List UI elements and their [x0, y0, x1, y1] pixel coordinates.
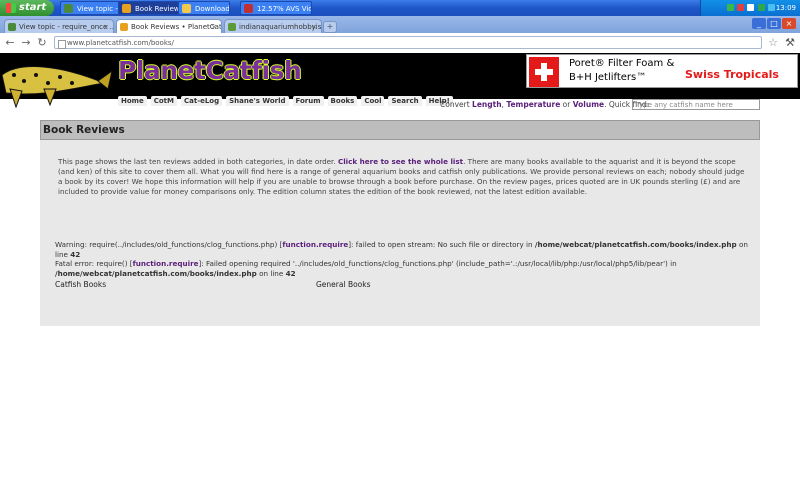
planetcatfish-favicon-icon: [120, 23, 128, 31]
tab-indian-aquarium[interactable]: indianaquariumhobbyist.co...×: [224, 19, 322, 33]
page-title: Book Reviews: [43, 124, 125, 136]
ad-line-2: B+H Jetlifters™: [569, 72, 647, 83]
start-button[interactable]: start: [0, 0, 54, 16]
convert-temperature-link[interactable]: Temperature: [506, 100, 560, 109]
back-button[interactable]: ←: [2, 35, 18, 51]
clock: 13:09: [775, 4, 796, 12]
site-nav: Home CotM Cat-eLog Shane's World Forum Books C…: [118, 88, 457, 106]
close-icon[interactable]: ×: [103, 20, 109, 33]
site-favicon-icon: [228, 23, 236, 31]
catfish-logo-icon: [1, 66, 112, 109]
system-tray: 13:09: [700, 0, 800, 16]
whole-list-link[interactable]: Click here to see the whole list: [338, 157, 463, 166]
browser-icon: [64, 4, 73, 13]
reload-icon: ↻: [37, 36, 47, 49]
function-require-link[interactable]: function.require: [133, 259, 199, 268]
content-panel: [40, 120, 760, 326]
volume-icon[interactable]: [747, 4, 755, 11]
arrow-right-icon: →: [21, 36, 31, 49]
nav-search[interactable]: Search: [388, 96, 422, 106]
nav-cool[interactable]: Cool: [361, 96, 385, 106]
nav-cat-elog[interactable]: Cat-eLog: [180, 96, 223, 106]
reload-button[interactable]: ↻: [34, 35, 50, 51]
forward-button[interactable]: →: [18, 35, 34, 51]
page-icon: [58, 40, 66, 49]
site-logo[interactable]: PlanetCatfish: [118, 56, 302, 85]
arrow-left-icon: ←: [5, 36, 15, 49]
convert-volume-link[interactable]: Volume: [573, 100, 604, 109]
security-icon[interactable]: [737, 4, 745, 11]
star-icon: ☆: [768, 36, 778, 49]
close-icon[interactable]: ×: [211, 20, 217, 33]
function-require-link[interactable]: function.require: [282, 240, 348, 249]
quick-find-input[interactable]: Type any catfish name here: [632, 99, 760, 110]
nav-forum[interactable]: Forum: [292, 96, 324, 106]
tab-view-topic[interactable]: View topic - require_once ... ×: [4, 19, 114, 33]
wrench-menu-button[interactable]: ⚒: [782, 35, 798, 51]
nav-home[interactable]: Home: [118, 96, 147, 106]
php-fatal-error: Fatal error: require() [function.require…: [55, 259, 677, 278]
update-icon[interactable]: [757, 4, 765, 11]
forum-favicon-icon: [8, 23, 16, 31]
network-icon[interactable]: [727, 4, 734, 11]
advert-banner[interactable]: Poret® Filter Foam & B+H Jetlifters™ Swi…: [526, 54, 798, 88]
video-converter-icon: [244, 4, 253, 13]
taskbar-task-downloads[interactable]: Downloads: [178, 1, 230, 15]
wrench-icon: ⚒: [785, 36, 795, 49]
nav-shanes-world[interactable]: Shane's World: [226, 96, 289, 106]
intro-paragraph: This page shows the last ten reviews add…: [58, 157, 745, 196]
convert-length-link[interactable]: Length: [472, 100, 502, 109]
minimize-button[interactable]: _: [752, 18, 766, 29]
maximize-button[interactable]: □: [767, 18, 781, 29]
close-window-button[interactable]: ×: [782, 18, 796, 29]
swiss-cross-icon: [529, 57, 559, 87]
ad-brand: Swiss Tropicals: [685, 68, 779, 81]
convert-row: Convert Length, Temperature or Volume. Q…: [440, 100, 650, 109]
close-icon[interactable]: ×: [311, 20, 317, 33]
windows-flag-icon: [6, 3, 16, 13]
ad-line-1: Poret® Filter Foam &: [569, 58, 675, 69]
new-tab-button[interactable]: +: [323, 21, 337, 33]
catfish-books-heading: Catfish Books: [55, 280, 107, 289]
bookmark-star-button[interactable]: ☆: [765, 35, 781, 51]
title-bar: [40, 120, 760, 140]
general-books-heading: General Books: [316, 280, 371, 289]
php-warning: Warning: require(../includes/old_functio…: [55, 240, 748, 259]
address-bar[interactable]: www.planetcatfish.com/books/: [54, 36, 762, 49]
tab-book-reviews[interactable]: Book Reviews • PlanetCatfish×: [116, 19, 222, 33]
messenger-icon[interactable]: [767, 4, 775, 11]
nav-cotm[interactable]: CotM: [150, 96, 177, 106]
chrome-icon: [122, 4, 131, 13]
taskbar-task-avs-video[interactable]: 12.57% AVS Video C...: [240, 1, 312, 15]
folder-icon: [182, 4, 191, 13]
nav-books[interactable]: Books: [327, 96, 358, 106]
